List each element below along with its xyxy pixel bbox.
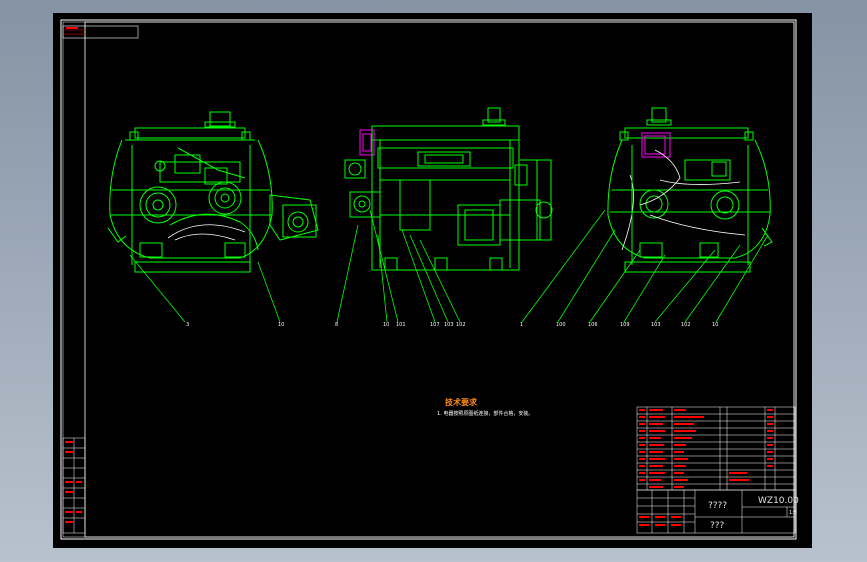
balloon: 106 (588, 322, 598, 328)
drawing-name-upper: ???? (708, 501, 727, 511)
balloon: 10 (712, 322, 718, 328)
balloon: 10 (383, 322, 389, 328)
drawing-number: WZ10.00 (758, 496, 799, 506)
balloon: 109 (620, 322, 630, 328)
tech-requirements-title: 技术要求 (445, 397, 478, 407)
balloon: 8 (335, 322, 338, 328)
cad-viewport[interactable]: 3 10 8 10 101 107 103 102 1 100 106 109 … (0, 0, 867, 562)
balloon: 102 (456, 322, 466, 328)
balloon: 101 (396, 322, 406, 328)
balloon: 102 (681, 322, 691, 328)
balloon: 107 (430, 322, 440, 328)
balloon: 3 (186, 322, 189, 328)
balloon: 103 (444, 322, 454, 328)
cad-drawing: 3 10 8 10 101 107 103 102 1 100 106 109 … (53, 13, 812, 548)
balloon: 100 (556, 322, 566, 328)
balloon: 1 (520, 322, 523, 328)
sheet-background (53, 13, 812, 548)
drawing-scale: 1:5 (789, 510, 797, 516)
tech-requirements-note: 1. 电器按照原图纸连接，部件合格，安装。 (437, 410, 533, 417)
drawing-name-lower: ??? (710, 521, 725, 531)
balloon: 103 (651, 322, 661, 328)
balloon: 10 (278, 322, 284, 328)
